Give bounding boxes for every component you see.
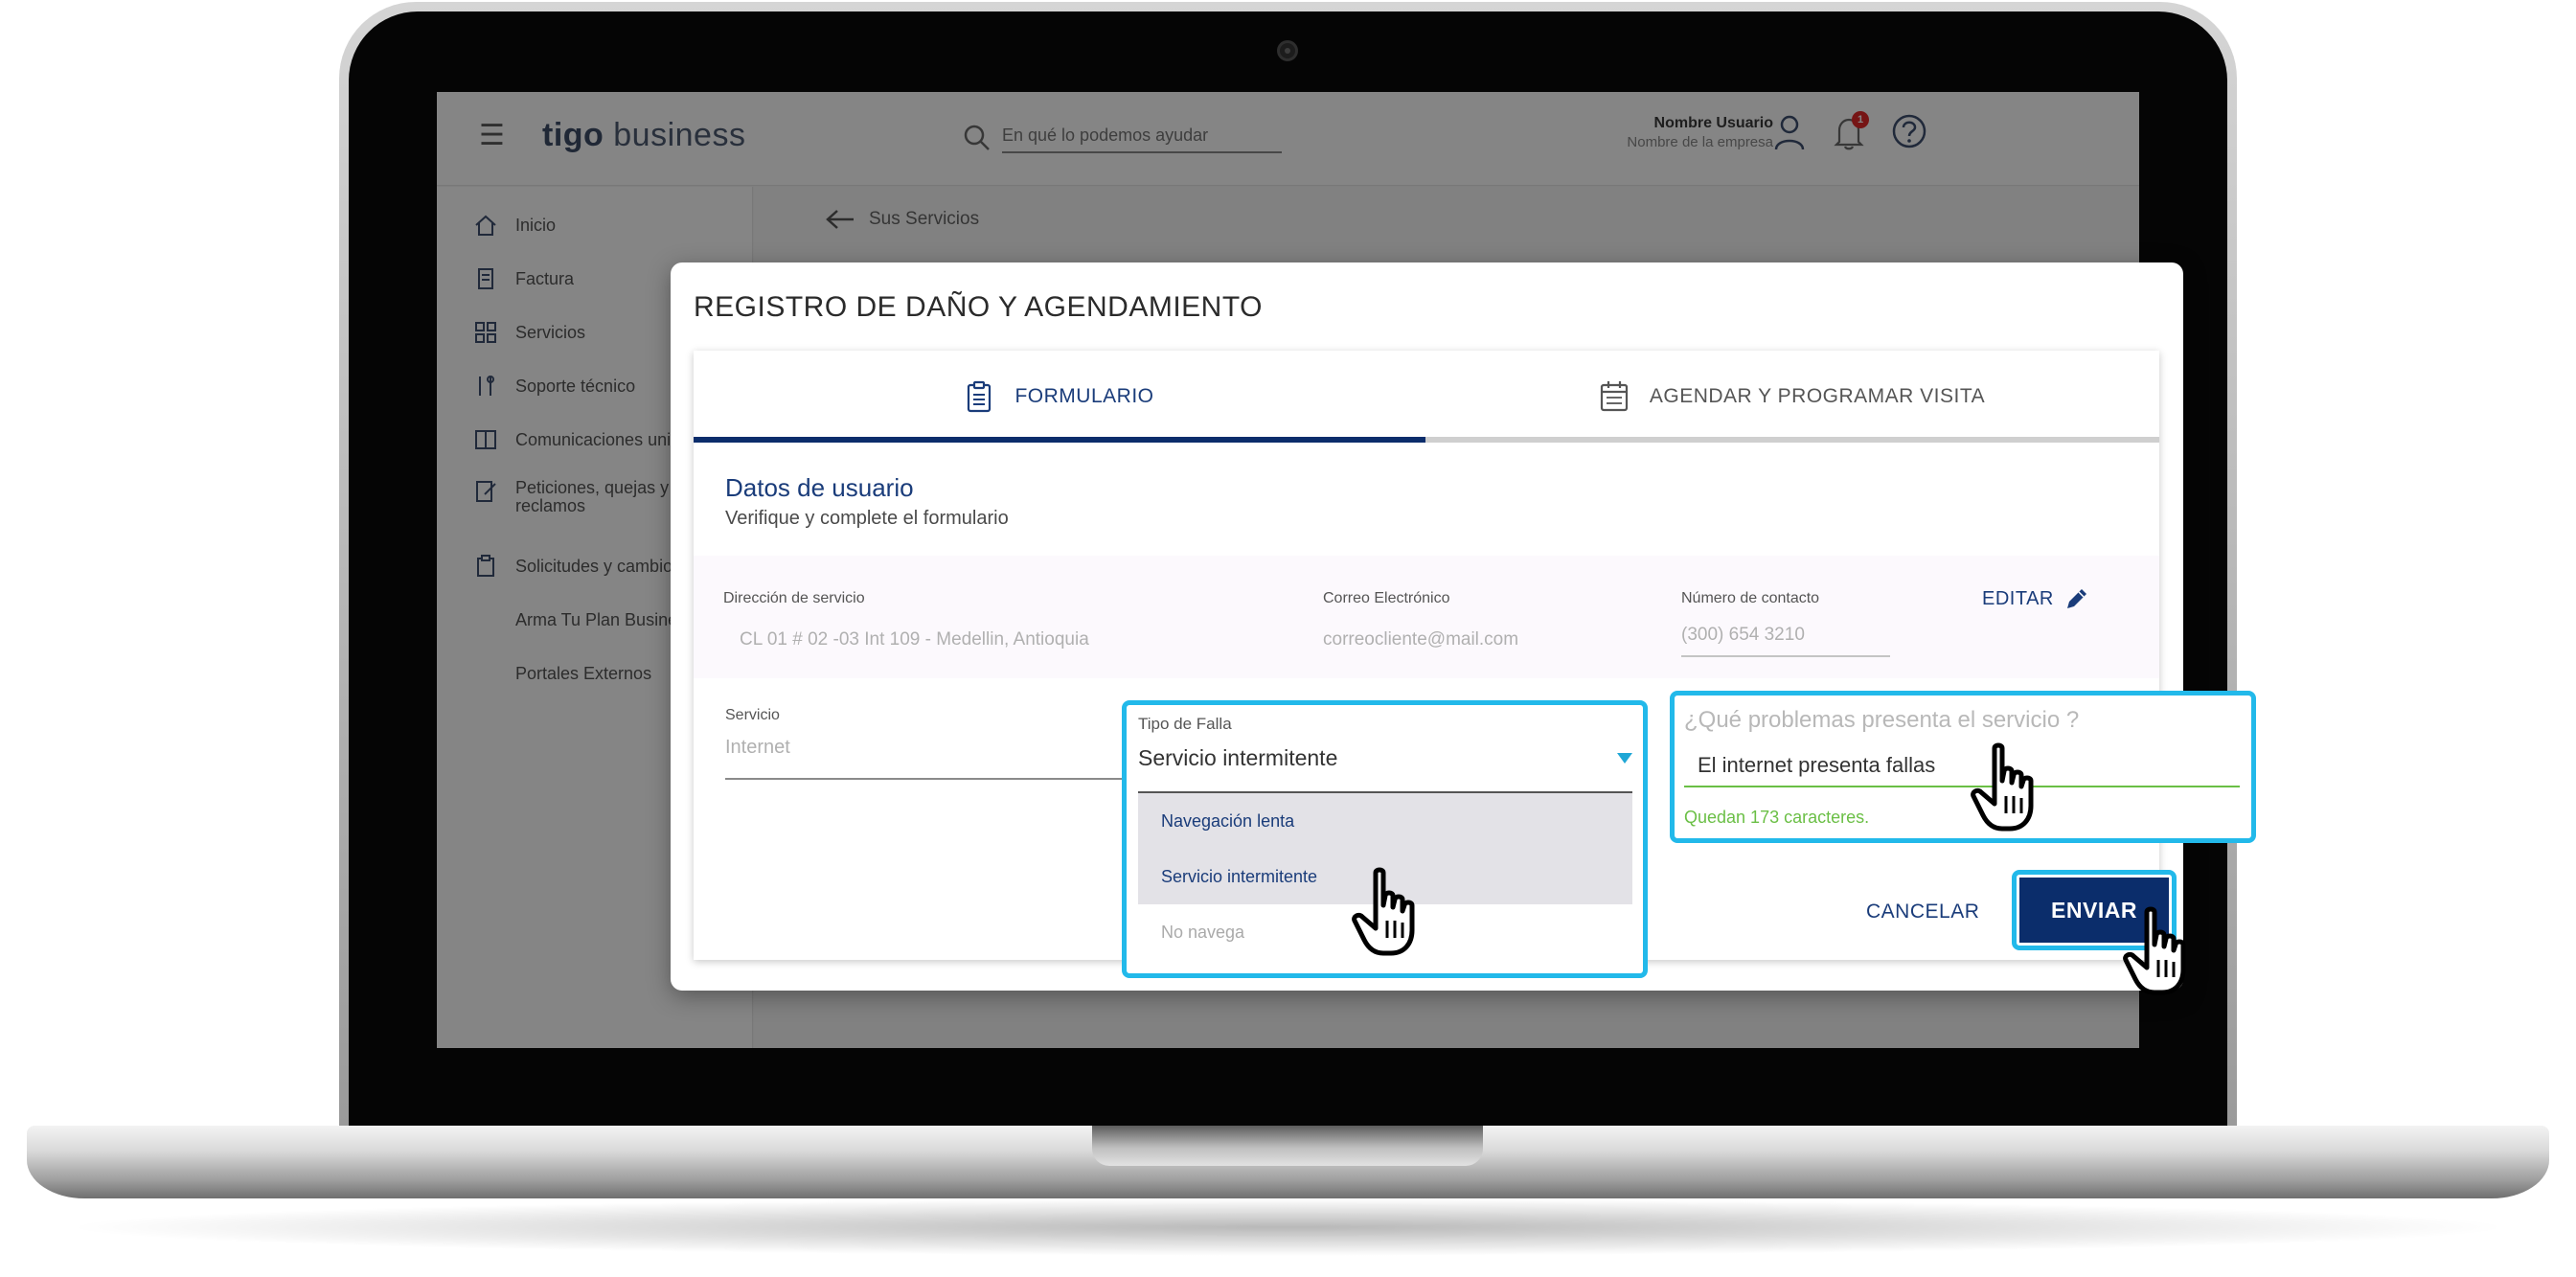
tab-label: AGENDAR Y PROGRAMAR VISITA bbox=[1649, 385, 1986, 407]
address-label: Dirección de servicio bbox=[723, 590, 865, 606]
email-value: correocliente@mail.com bbox=[1323, 629, 1519, 650]
tabs: FORMULARIO AGENDAR Y PROGRAMAR VISITA bbox=[694, 351, 2159, 443]
phone-label: Número de contacto bbox=[1681, 590, 1820, 606]
cancel-button[interactable]: CANCELAR bbox=[1866, 901, 1979, 924]
edit-label: EDITAR bbox=[1982, 587, 2054, 609]
modal-title: REGISTRO DE DAÑO Y AGENDAMIENTO bbox=[694, 291, 1263, 323]
laptop-shadow bbox=[57, 1198, 2519, 1256]
service-underline bbox=[725, 778, 1128, 780]
clipboard-icon bbox=[968, 380, 992, 413]
tab-indicator-inactive bbox=[1425, 437, 2159, 443]
tab-label: FORMULARIO bbox=[1014, 385, 1154, 407]
hand-pointer-icon bbox=[1971, 742, 2034, 832]
calendar-icon bbox=[1600, 381, 1628, 412]
fault-type-selected[interactable]: Servicio intermitente bbox=[1138, 745, 1337, 771]
laptop-notch bbox=[1092, 1126, 1483, 1166]
problem-input[interactable] bbox=[1684, 745, 2240, 787]
fault-option-navegacion-lenta[interactable]: Navegación lenta bbox=[1138, 793, 1632, 849]
address-value: CL 01 # 02 -03 Int 109 - Medellin, Antio… bbox=[740, 629, 1089, 650]
tab-formulario[interactable]: FORMULARIO bbox=[694, 351, 1425, 443]
caret-down-icon[interactable] bbox=[1617, 753, 1632, 764]
service-value[interactable]: Internet bbox=[725, 737, 790, 759]
fault-type-label: Tipo de Falla bbox=[1138, 715, 1232, 733]
phone-underline bbox=[1681, 655, 1890, 657]
hand-pointer-icon bbox=[1352, 867, 1415, 956]
user-data-band bbox=[694, 556, 2159, 678]
section-subtitle: Verifique y complete el formulario bbox=[725, 508, 1009, 529]
tab-agendar[interactable]: AGENDAR Y PROGRAMAR VISITA bbox=[1425, 351, 2159, 443]
service-label: Servicio bbox=[725, 707, 780, 723]
phone-value: (300) 654 3210 bbox=[1681, 625, 1805, 645]
pencil-icon bbox=[2066, 589, 2086, 608]
edit-button[interactable]: EDITAR bbox=[1982, 585, 2090, 612]
hand-pointer-icon bbox=[2123, 906, 2186, 995]
email-label: Correo Electrónico bbox=[1323, 590, 1450, 606]
problem-label: ¿Qué problemas presenta el servicio ? bbox=[1684, 707, 2080, 733]
problem-description-field: ¿Qué problemas presenta el servicio ? Qu… bbox=[1670, 691, 2256, 843]
tab-indicator-active bbox=[694, 437, 1425, 443]
camera-icon bbox=[1277, 40, 1298, 61]
section-title: Datos de usuario bbox=[725, 473, 914, 502]
character-counter: Quedan 173 caracteres. bbox=[1684, 808, 1870, 827]
